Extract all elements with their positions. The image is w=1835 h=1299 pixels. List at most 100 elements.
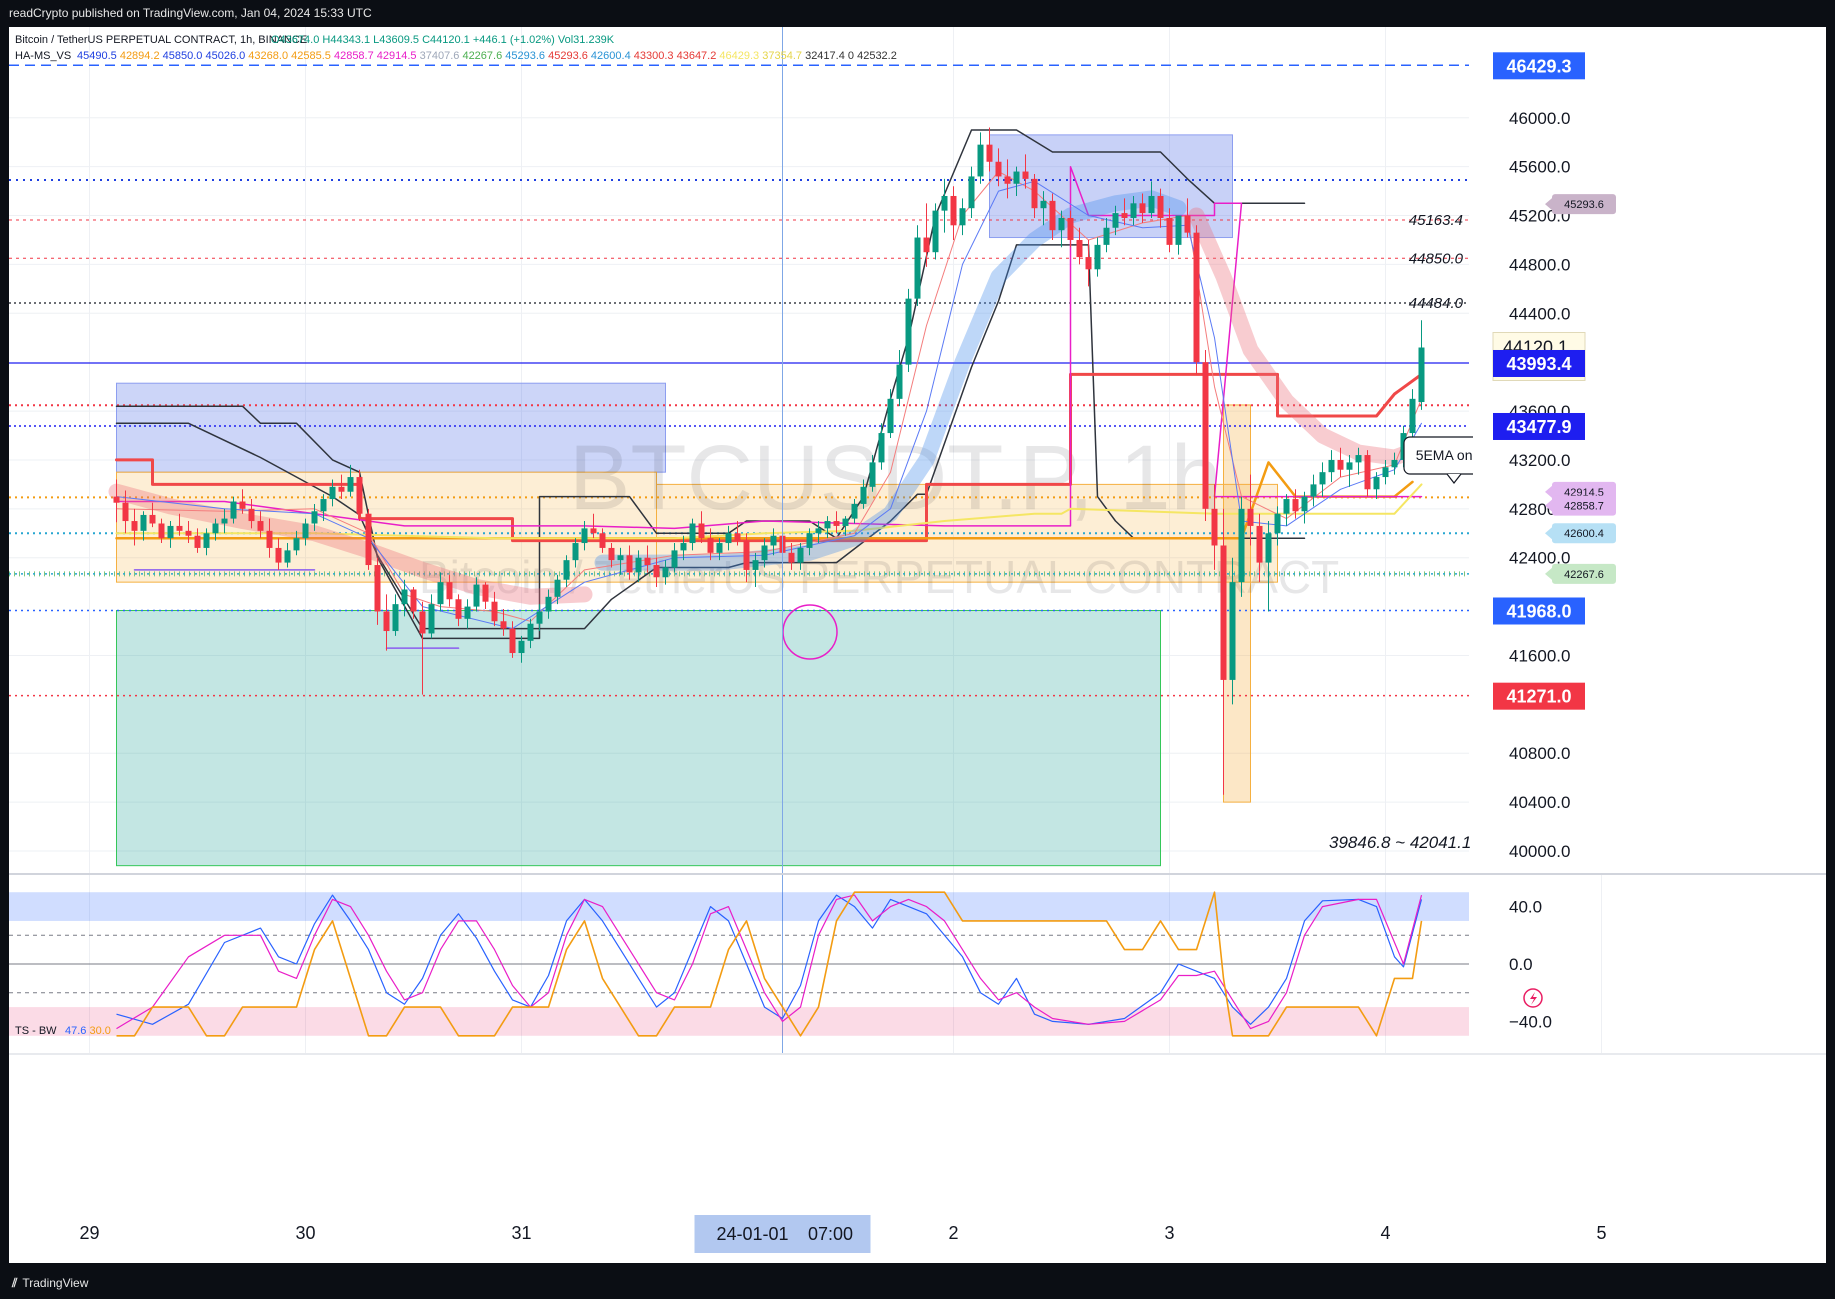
candle-body[interactable] — [1202, 362, 1209, 509]
candle-body[interactable] — [770, 535, 777, 546]
candle-body[interactable] — [401, 589, 408, 605]
candle-body[interactable] — [1148, 195, 1155, 214]
candle-body[interactable] — [203, 533, 210, 548]
candle-body[interactable] — [1211, 508, 1218, 546]
candle-body[interactable] — [122, 502, 129, 522]
candle-body[interactable] — [1301, 496, 1308, 512]
candle-body[interactable] — [1274, 513, 1281, 534]
candle-body[interactable] — [392, 604, 399, 632]
candle-body[interactable] — [554, 579, 561, 597]
candle-body[interactable] — [1031, 178, 1038, 209]
candle-body[interactable] — [572, 543, 579, 561]
candle-body[interactable] — [419, 611, 426, 634]
candle-body[interactable] — [914, 237, 921, 299]
candle-body[interactable] — [536, 611, 543, 624]
candle-body[interactable] — [131, 521, 138, 531]
candle-body[interactable] — [581, 528, 588, 544]
candle-body[interactable] — [653, 565, 660, 578]
candle-body[interactable] — [608, 547, 615, 561]
candle-body[interactable] — [599, 533, 606, 548]
candle-body[interactable] — [941, 195, 948, 211]
candle-body[interactable] — [959, 208, 966, 226]
candle-body[interactable] — [1166, 217, 1173, 245]
candle-body[interactable] — [1391, 459, 1398, 468]
price-chart[interactable]: BTCUSDT.P, 1h Bitcoin / TetherUS PERPETU… — [9, 27, 1826, 1263]
candle-body[interactable] — [1229, 582, 1236, 680]
candle-body[interactable] — [1130, 203, 1137, 218]
candle-body[interactable] — [905, 298, 912, 365]
candle-body[interactable] — [1013, 171, 1020, 184]
candle-body[interactable] — [239, 501, 246, 509]
candle-body[interactable] — [347, 477, 354, 492]
candle-body[interactable] — [167, 525, 174, 539]
candle-body[interactable] — [527, 623, 534, 641]
candle-body[interactable] — [1364, 455, 1371, 490]
candle-body[interactable] — [545, 596, 552, 612]
candle-body[interactable] — [1004, 176, 1011, 184]
candle-body[interactable] — [1319, 472, 1326, 485]
candle-body[interactable] — [1157, 195, 1164, 218]
candle-body[interactable] — [428, 604, 435, 634]
candle-body[interactable] — [752, 560, 759, 570]
candle-body[interactable] — [590, 528, 597, 534]
candle-body[interactable] — [302, 523, 309, 539]
candle-body[interactable] — [1094, 244, 1101, 270]
candle-body[interactable] — [257, 521, 264, 531]
candle-body[interactable] — [1265, 533, 1272, 563]
candle-body[interactable] — [1238, 508, 1245, 583]
candle-body[interactable] — [707, 538, 714, 553]
candle-body[interactable] — [482, 584, 489, 602]
candle-body[interactable] — [365, 513, 372, 566]
candle-body[interactable] — [1310, 484, 1317, 497]
candle-body[interactable] — [140, 514, 147, 531]
candle-body[interactable] — [266, 530, 273, 548]
candle-body[interactable] — [1409, 398, 1416, 434]
candle-body[interactable] — [635, 557, 642, 573]
candle-body[interactable] — [284, 550, 291, 563]
candle-body[interactable] — [1175, 215, 1182, 245]
candle-body[interactable] — [878, 433, 885, 463]
candle-body[interactable] — [1058, 217, 1065, 231]
candle-body[interactable] — [626, 555, 633, 573]
candle-body[interactable] — [860, 486, 867, 504]
candle-body[interactable] — [1040, 200, 1047, 209]
candle-body[interactable] — [275, 547, 282, 563]
candle-body[interactable] — [1103, 227, 1110, 245]
candle-body[interactable] — [950, 195, 957, 226]
candle-body[interactable] — [356, 477, 363, 514]
candle-body[interactable] — [338, 486, 345, 492]
candle-body[interactable] — [761, 545, 768, 561]
candle-body[interactable] — [1022, 171, 1029, 179]
candle-body[interactable] — [320, 499, 327, 512]
candle-body[interactable] — [968, 176, 975, 209]
candle-body[interactable] — [896, 364, 903, 399]
chart-frame[interactable]: BTCUSDT.P, 1h Bitcoin / TetherUS PERPETU… — [9, 27, 1826, 1263]
candle-body[interactable] — [1247, 508, 1254, 526]
candle-body[interactable] — [869, 462, 876, 487]
alert-icon[interactable] — [1523, 988, 1543, 1008]
candle-body[interactable] — [1067, 217, 1074, 240]
candle-body[interactable] — [680, 543, 687, 551]
candle-body[interactable] — [842, 518, 849, 526]
candle-body[interactable] — [797, 547, 804, 563]
candle-body[interactable] — [1112, 213, 1119, 228]
candle-body[interactable] — [1139, 203, 1146, 214]
candle-body[interactable] — [698, 523, 705, 539]
candle-body[interactable] — [671, 550, 678, 568]
candle-body[interactable] — [1256, 525, 1263, 563]
candle-body[interactable] — [1121, 213, 1128, 218]
candle-body[interactable] — [194, 535, 201, 548]
candle-body[interactable] — [185, 530, 192, 536]
candle-body[interactable] — [149, 514, 156, 524]
candle-body[interactable] — [1085, 257, 1092, 270]
candle-body[interactable] — [977, 144, 984, 177]
candle-body[interactable] — [887, 398, 894, 434]
candle-body[interactable] — [518, 640, 525, 654]
candle-body[interactable] — [248, 508, 255, 522]
candle-body[interactable] — [743, 540, 750, 570]
candle-body[interactable] — [1373, 477, 1380, 490]
candle-body[interactable] — [446, 582, 453, 600]
candle-body[interactable] — [1076, 239, 1083, 258]
candle-body[interactable] — [293, 538, 300, 551]
candle-body[interactable] — [383, 611, 390, 632]
